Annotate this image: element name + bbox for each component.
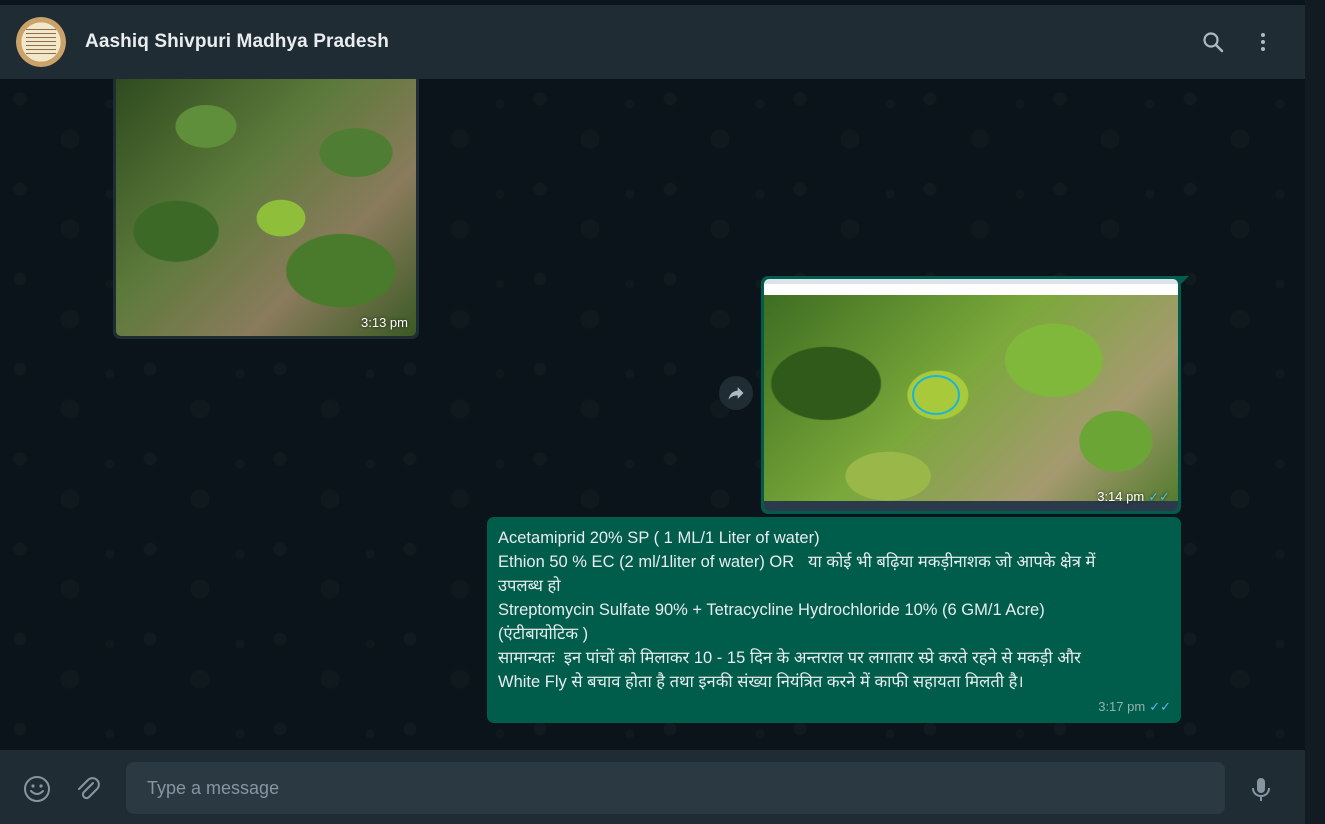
emoji-icon[interactable] xyxy=(23,775,51,803)
header-actions xyxy=(1201,5,1275,79)
chat-header[interactable]: Aashiq Shivpuri Madhya Pradesh xyxy=(0,5,1305,79)
incoming-image-message[interactable]: 3:13 pm xyxy=(113,79,419,339)
message-meta: 3:14 pm ✓✓ xyxy=(1097,489,1170,505)
chat-title[interactable]: Aashiq Shivpuri Madhya Pradesh xyxy=(85,31,389,53)
double-check-read-icon: ✓✓ xyxy=(1148,489,1170,504)
message-time: 3:17 pm xyxy=(1098,699,1146,714)
search-icon[interactable] xyxy=(1201,30,1225,54)
composer-bar: Type a message xyxy=(0,750,1305,824)
forward-icon[interactable] xyxy=(719,376,753,410)
message-line: Streptomycin Sulfate 90% + Tetracycline … xyxy=(498,601,1045,619)
message-time: 3:13 pm xyxy=(361,315,408,330)
contact-avatar[interactable] xyxy=(16,17,66,67)
microphone-icon[interactable] xyxy=(1247,775,1275,803)
bubble-tail xyxy=(1180,276,1189,285)
message-line: (एंटीबायोटिक ) xyxy=(498,625,589,643)
message-input-placeholder: Type a message xyxy=(147,777,280,798)
message-line: सामान्यतः इन पांचों को मिलाकर 10 - 15 दि… xyxy=(498,649,1081,667)
avatar-text-art xyxy=(26,29,56,55)
message-line: Ethion 50 % EC (2 ml/1liter of water) OR… xyxy=(498,553,1096,571)
message-input[interactable]: Type a message xyxy=(126,762,1225,814)
screenshot-photo[interactable]: 3:14 pm ✓✓ xyxy=(764,279,1178,511)
highlight-circle xyxy=(912,375,960,415)
message-meta: 3:17 pm ✓✓ xyxy=(1098,695,1171,719)
plant-photo[interactable]: 3:13 pm xyxy=(116,79,416,336)
message-line: White Fly से बचाव होता है तथा इनकी संख्य… xyxy=(498,673,1024,691)
window-right-edge xyxy=(1305,0,1325,824)
double-check-read-icon: ✓✓ xyxy=(1149,699,1171,714)
kebab-menu-icon[interactable] xyxy=(1251,30,1275,54)
outgoing-image-message[interactable]: 3:14 pm ✓✓ xyxy=(761,276,1189,514)
message-line: Acetamiprid 20% SP ( 1 ML/1 Liter of wat… xyxy=(498,529,820,547)
message-list[interactable]: 3:13 pm 3:14 pm ✓✓ Acetamiprid 20% SP ( 1… xyxy=(0,79,1305,750)
paperclip-icon[interactable] xyxy=(74,775,102,803)
message-line: उपलब्ध हो xyxy=(498,577,561,595)
message-time: 3:14 pm xyxy=(1097,489,1145,504)
whatsapp-web-app: Aashiq Shivpuri Madhya Pradesh 3:13 pm 3… xyxy=(0,0,1325,824)
outgoing-text-message[interactable]: Acetamiprid 20% SP ( 1 ML/1 Liter of wat… xyxy=(487,517,1181,723)
